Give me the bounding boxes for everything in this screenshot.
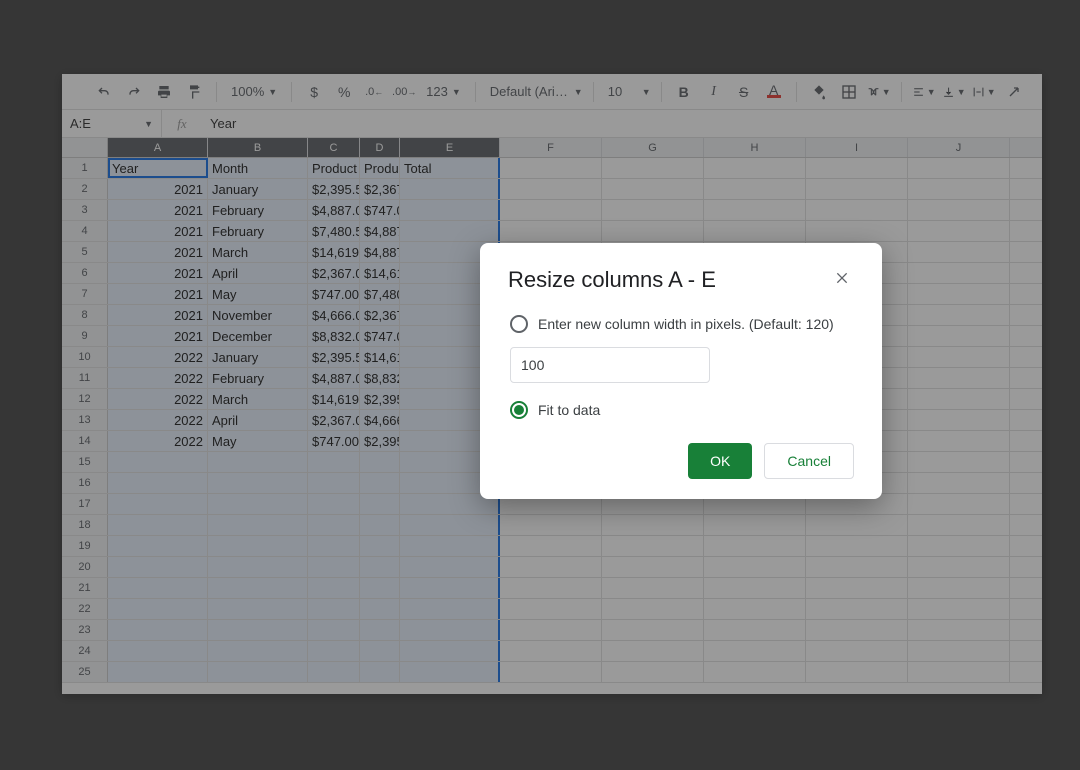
option-enter-pixels[interactable]: Enter new column width in pixels. (Defau…: [508, 315, 854, 333]
option-pixels-label: Enter new column width in pixels. (Defau…: [538, 316, 834, 332]
option-fit-to-data[interactable]: Fit to data: [508, 401, 854, 419]
option-fit-label: Fit to data: [538, 402, 600, 418]
ok-button[interactable]: OK: [688, 443, 752, 479]
cancel-button[interactable]: Cancel: [764, 443, 854, 479]
close-button[interactable]: [830, 270, 854, 291]
resize-columns-dialog: Resize columns A - E Enter new column wi…: [480, 243, 882, 499]
radio-unchecked-icon: [510, 315, 528, 333]
radio-checked-icon: [510, 401, 528, 419]
dialog-title: Resize columns A - E: [508, 267, 716, 293]
column-width-input[interactable]: [510, 347, 710, 383]
close-icon: [834, 270, 850, 286]
